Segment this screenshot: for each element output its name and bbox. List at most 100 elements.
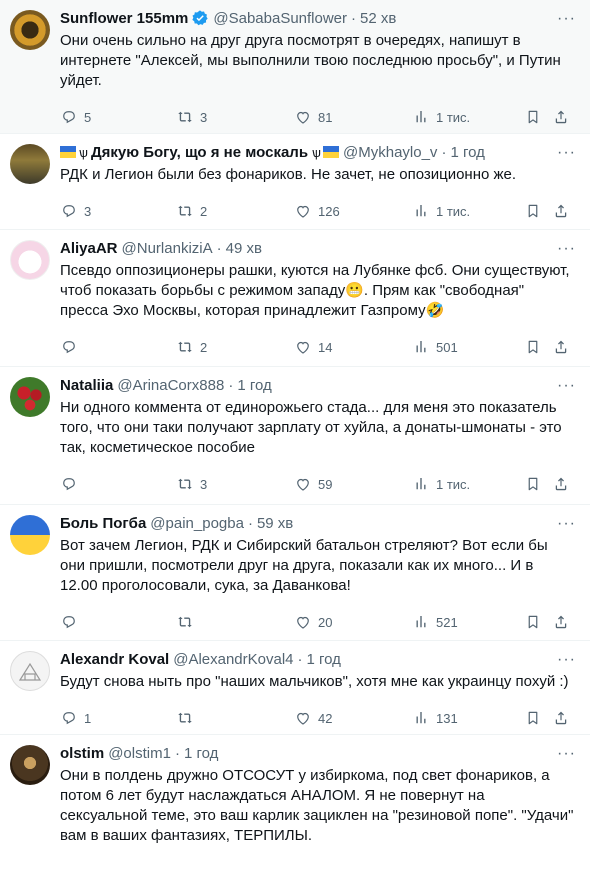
repost-icon bbox=[176, 613, 194, 631]
user-handle[interactable]: @NurlankiziA bbox=[122, 240, 213, 257]
like-count: 81 bbox=[318, 109, 333, 125]
reply-button[interactable]: 1 bbox=[60, 709, 176, 727]
views-button[interactable]: 521 bbox=[412, 613, 524, 631]
views-icon bbox=[412, 709, 430, 727]
tweet[interactable]: ··· Nataliia @ArinaCorx888 · 1 год Ни од… bbox=[0, 367, 590, 505]
share-button[interactable] bbox=[552, 108, 572, 126]
like-count: 42 bbox=[318, 710, 333, 726]
separator-dot: · bbox=[174, 744, 180, 762]
user-handle[interactable]: @AlexandrKoval4 bbox=[173, 651, 293, 668]
timestamp[interactable]: 52 хв bbox=[360, 10, 396, 27]
reply-button[interactable]: 3 bbox=[60, 202, 176, 220]
user-handle[interactable]: @olstim1 bbox=[108, 745, 171, 762]
repost-button[interactable]: 2 bbox=[176, 338, 294, 356]
reply-button[interactable] bbox=[60, 475, 176, 493]
share-button[interactable] bbox=[552, 709, 572, 727]
views-icon bbox=[412, 475, 430, 493]
bookmark-button[interactable] bbox=[524, 613, 552, 631]
timestamp[interactable]: 49 хв bbox=[226, 240, 262, 257]
like-button[interactable]: 20 bbox=[294, 613, 412, 631]
timestamp[interactable]: 1 год bbox=[307, 651, 341, 668]
more-icon[interactable]: ··· bbox=[557, 144, 576, 162]
share-button[interactable] bbox=[552, 202, 572, 220]
avatar[interactable] bbox=[10, 240, 50, 280]
views-button[interactable]: 501 bbox=[412, 338, 524, 356]
user-handle[interactable]: @pain_pogba bbox=[150, 515, 244, 532]
like-icon bbox=[294, 613, 312, 631]
user-name[interactable]: Дякую Богу, що я не москаль bbox=[91, 144, 308, 161]
tweet[interactable]: ··· Sunflower 155mm @SababaSunflower · 5… bbox=[0, 0, 590, 134]
user-name[interactable]: Боль Погба bbox=[60, 515, 146, 532]
timestamp[interactable]: 1 год bbox=[237, 377, 271, 394]
views-button[interactable]: 1 тис. bbox=[412, 475, 524, 493]
user-name[interactable]: Nataliia bbox=[60, 377, 113, 394]
user-name[interactable]: AliyaAR bbox=[60, 240, 118, 257]
tweet[interactable]: ··· Alexandr Koval @AlexandrKoval4 · 1 г… bbox=[0, 641, 590, 735]
share-button[interactable] bbox=[552, 475, 572, 493]
user-name[interactable]: Sunflower 155mm bbox=[60, 10, 188, 27]
tweet[interactable]: ··· Боль Погба @pain_pogba · 59 хв Вот з… bbox=[0, 505, 590, 641]
tweet[interactable]: ··· AliyaAR @NurlankiziA · 49 хв Псевдо … bbox=[0, 230, 590, 367]
repost-count: 3 bbox=[200, 476, 208, 492]
user-handle[interactable]: @Mykhaylo_v bbox=[343, 144, 437, 161]
like-button[interactable]: 42 bbox=[294, 709, 412, 727]
view-count: 1 тис. bbox=[436, 476, 471, 492]
bookmark-icon bbox=[524, 475, 542, 493]
reply-count: 3 bbox=[84, 203, 92, 219]
share-icon bbox=[552, 613, 570, 631]
user-name[interactable]: Alexandr Koval bbox=[60, 651, 169, 668]
timestamp[interactable]: 59 хв bbox=[257, 515, 293, 532]
timestamp[interactable]: 1 год bbox=[184, 745, 218, 762]
repost-button[interactable] bbox=[176, 613, 294, 631]
user-name[interactable]: olstim bbox=[60, 745, 104, 762]
tweet-text: Будут снова ныть про "наших мальчиков", … bbox=[60, 673, 569, 690]
action-bar: 3 59 1 тис. bbox=[60, 466, 574, 502]
tweet[interactable]: ··· ѱ Дякую Богу, що я не москаль ѱ @Myk… bbox=[0, 134, 590, 230]
avatar[interactable] bbox=[10, 10, 50, 50]
repost-button[interactable]: 2 bbox=[176, 202, 294, 220]
reply-button[interactable] bbox=[60, 338, 176, 356]
action-bar: 3 2 126 1 тис. bbox=[60, 193, 574, 229]
bookmark-icon bbox=[524, 709, 542, 727]
reply-button[interactable] bbox=[60, 613, 176, 631]
bookmark-button[interactable] bbox=[524, 108, 552, 126]
avatar[interactable] bbox=[10, 377, 50, 417]
repost-button[interactable] bbox=[176, 709, 294, 727]
bookmark-button[interactable] bbox=[524, 202, 552, 220]
bookmark-button[interactable] bbox=[524, 709, 552, 727]
repost-count: 2 bbox=[200, 203, 208, 219]
avatar[interactable] bbox=[10, 745, 50, 785]
views-button[interactable]: 1 тис. bbox=[412, 202, 524, 220]
more-icon[interactable]: ··· bbox=[557, 515, 576, 533]
repost-count: 2 bbox=[200, 339, 208, 355]
avatar[interactable] bbox=[10, 144, 50, 184]
bookmark-button[interactable] bbox=[524, 475, 552, 493]
user-handle[interactable]: @ArinaCorx888 bbox=[117, 377, 224, 394]
like-button[interactable]: 81 bbox=[294, 108, 412, 126]
views-button[interactable]: 131 bbox=[412, 709, 524, 727]
like-button[interactable]: 14 bbox=[294, 338, 412, 356]
more-icon[interactable]: ··· bbox=[557, 745, 576, 763]
avatar[interactable] bbox=[10, 651, 50, 691]
action-bar: 1 42 131 bbox=[60, 700, 574, 736]
reply-icon bbox=[60, 475, 78, 493]
like-button[interactable]: 59 bbox=[294, 475, 412, 493]
share-button[interactable] bbox=[552, 338, 572, 356]
share-button[interactable] bbox=[552, 613, 572, 631]
more-icon[interactable]: ··· bbox=[557, 240, 576, 258]
tweet[interactable]: ··· olstim @olstim1 · 1 год Они в полден… bbox=[0, 735, 590, 871]
more-icon[interactable]: ··· bbox=[557, 377, 576, 395]
repost-button[interactable]: 3 bbox=[176, 475, 294, 493]
more-icon[interactable]: ··· bbox=[557, 651, 576, 669]
like-button[interactable]: 126 bbox=[294, 202, 412, 220]
separator-dot: · bbox=[216, 239, 222, 257]
user-handle[interactable]: @SababaSunflower bbox=[213, 10, 347, 27]
view-count: 131 bbox=[436, 710, 458, 726]
reply-button[interactable]: 5 bbox=[60, 108, 176, 126]
views-button[interactable]: 1 тис. bbox=[412, 108, 524, 126]
more-icon[interactable]: ··· bbox=[557, 10, 576, 28]
repost-button[interactable]: 3 bbox=[176, 108, 294, 126]
timestamp[interactable]: 1 год bbox=[450, 144, 484, 161]
bookmark-button[interactable] bbox=[524, 338, 552, 356]
avatar[interactable] bbox=[10, 515, 50, 555]
